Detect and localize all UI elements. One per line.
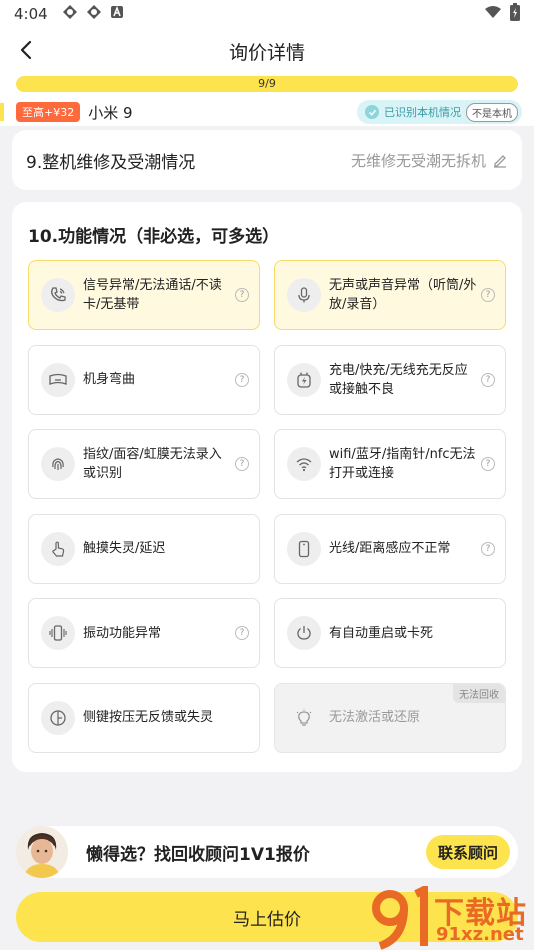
function-option[interactable]: 振动功能异常? — [28, 598, 260, 668]
side-button-icon — [41, 700, 75, 735]
phone-call-icon — [41, 278, 75, 312]
progress-text: 9/9 — [258, 77, 276, 90]
function-option[interactable]: 有自动重启或卡死 — [274, 598, 506, 668]
not-mine-button[interactable]: 不是本机 — [466, 102, 518, 122]
lightbulb-icon — [287, 701, 321, 735]
help-icon[interactable]: ? — [235, 626, 249, 640]
sensor-phone-icon — [287, 531, 321, 566]
touch-hand-icon — [41, 531, 75, 566]
help-icon[interactable]: ? — [481, 457, 495, 471]
help-icon[interactable]: ? — [235, 372, 249, 387]
power-icon — [287, 616, 321, 650]
microphone-icon — [287, 278, 321, 312]
nav-bar: 询价详情 — [0, 28, 534, 74]
progress-bar: 9/9 — [16, 76, 518, 92]
advisor-avatar — [16, 826, 68, 878]
function-option[interactable]: 充电/快充/无线充无反应或接触不良? — [274, 344, 506, 415]
edit-pencil-icon[interactable] — [492, 152, 508, 168]
option-label: 振动功能异常 — [83, 625, 162, 641]
status-time: 4:04 — [14, 5, 48, 23]
app-notification-icon — [86, 4, 102, 24]
option-label: 光线/距离感应不正常 — [329, 541, 451, 556]
function-option[interactable]: 侧键按压无反馈或失灵 — [28, 682, 260, 753]
section-10-card: 10.功能情况（非必选，可多选） 信号异常/无法通话/不读卡/无基带? 无声或声音… — [12, 202, 522, 772]
function-option[interactable]: 无声或声音异常（听筒/外放/录音）? — [274, 260, 506, 330]
function-option: 无法激活或还原 无法回收 — [274, 682, 506, 753]
option-label: 指纹/面容/虹膜无法录入或识别 — [83, 447, 222, 481]
device-model: 小米 9 — [88, 103, 133, 122]
fingerprint-icon — [41, 447, 75, 481]
function-option[interactable]: 触摸失灵/延迟 — [28, 513, 260, 584]
function-option[interactable]: 信号异常/无法通话/不读卡/无基带? — [28, 260, 260, 330]
charging-icon — [287, 362, 321, 397]
option-label: 信号异常/无法通话/不读卡/无基带 — [83, 278, 222, 312]
option-label: 无法激活或还原 — [329, 710, 421, 725]
vibration-icon — [41, 616, 75, 650]
advisor-bar: 懒得选？找回收顾问1V1报价 联系顾问 — [16, 826, 518, 878]
option-label: 机身弯曲 — [83, 372, 136, 387]
battery-icon — [510, 3, 520, 25]
status-right-icons — [484, 3, 520, 25]
function-option[interactable]: 光线/距离感应不正常? — [274, 513, 506, 584]
option-label: 充电/快充/无线充无反应或接触不良 — [329, 362, 468, 397]
option-label: 无声或声音异常（听筒/外放/录音） — [329, 278, 477, 312]
accent-bar — [0, 103, 4, 121]
section-9-card[interactable]: 9.整机维修及受潮情况 无维修无受潮无拆机 — [12, 130, 522, 190]
price-tag: 至高+¥32 — [16, 102, 81, 122]
watermark-url: 91xz.net — [436, 924, 524, 945]
device-bar: 至高+¥32 小米 9 已识别本机情况 不是本机 — [0, 98, 534, 126]
contact-advisor-button[interactable]: 联系顾问 — [425, 835, 510, 869]
function-option[interactable]: 指纹/面容/虹膜无法录入或识别? — [28, 429, 260, 499]
wifi-icon — [287, 447, 321, 481]
back-button[interactable] — [14, 38, 38, 62]
function-option[interactable]: wifi/蓝牙/指南针/nfc无法打开或连接? — [274, 429, 506, 499]
check-circle-icon — [365, 105, 379, 119]
app-notification-icon — [62, 4, 78, 24]
option-label: wifi/蓝牙/指南针/nfc无法打开或连接 — [329, 447, 476, 481]
help-icon[interactable]: ? — [235, 457, 249, 471]
option-label: 有自动重启或卡死 — [329, 625, 434, 641]
advisor-text: 懒得选？找回收顾问1V1报价 — [86, 844, 310, 865]
help-icon[interactable]: ? — [481, 288, 495, 302]
no-recycle-badge: 无法回收 — [453, 683, 505, 703]
recognized-badge: 已识别本机情况 不是本机 — [357, 100, 522, 124]
option-label: 触摸失灵/延迟 — [83, 541, 166, 556]
font-notification-icon — [110, 5, 124, 23]
wifi-signal-icon — [484, 5, 502, 23]
section-10-heading: 10.功能情况（非必选，可多选） — [28, 227, 280, 247]
watermark: 下载站 91xz.net — [372, 884, 532, 950]
function-option[interactable]: 机身弯曲? — [28, 344, 260, 415]
page-title: 询价详情 — [228, 41, 305, 64]
watermark-logo-icon — [372, 886, 428, 950]
recognized-label: 已识别本机情况 — [384, 106, 461, 119]
help-icon[interactable]: ? — [235, 288, 249, 302]
section-9-answer: 无维修无受潮无拆机 — [350, 151, 486, 170]
progress-section: 9/9 — [0, 74, 534, 98]
status-bar: 4:04 — [0, 0, 534, 28]
bent-phone-icon — [41, 362, 75, 397]
chevron-left-icon — [20, 40, 32, 60]
help-icon[interactable]: ? — [481, 541, 495, 556]
section-9-question: 9.整机维修及受潮情况 — [26, 152, 196, 173]
help-icon[interactable]: ? — [481, 372, 495, 387]
option-label: 侧键按压无反馈或失灵 — [83, 710, 214, 725]
